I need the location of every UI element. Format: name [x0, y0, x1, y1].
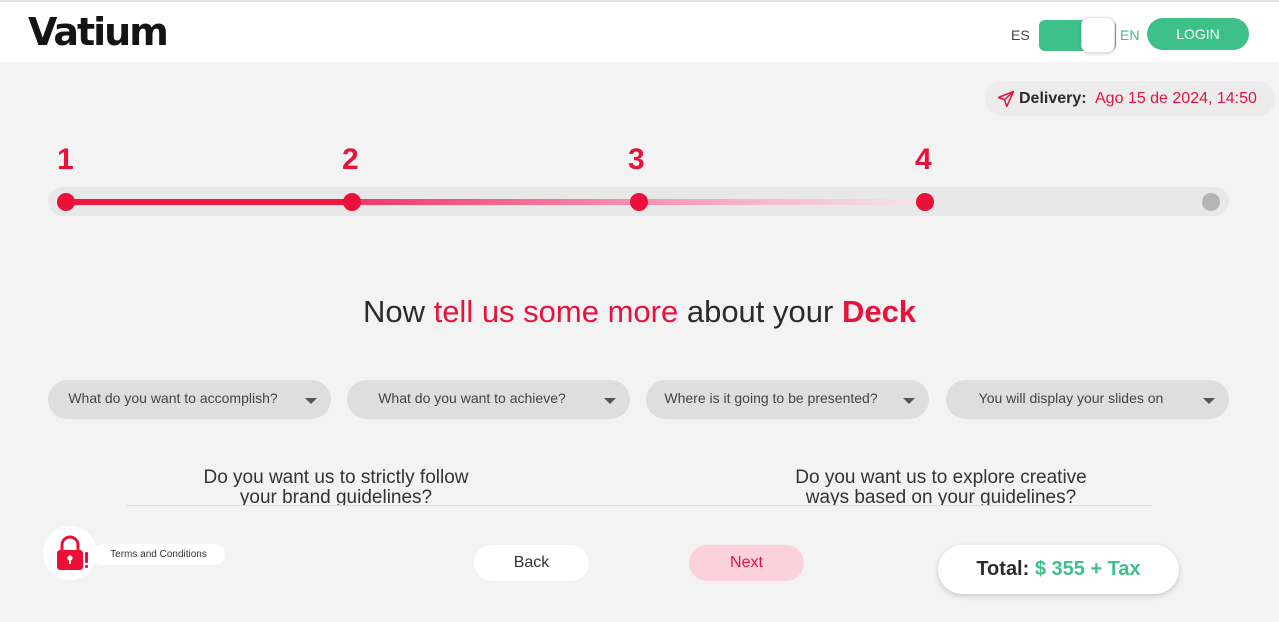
step-5-dot: [1202, 193, 1220, 211]
progress-fill-completed: [66, 199, 352, 205]
language-en-label[interactable]: EN: [1120, 27, 1139, 43]
accomplish-dropdown-label: What do you want to accomplish?: [68, 390, 278, 406]
language-es-label[interactable]: ES: [1011, 27, 1030, 43]
presented-dropdown-label: Where is it going to be presented?: [664, 390, 878, 406]
chevron-down-icon: [604, 398, 616, 404]
total-amount: $ 355 + Tax: [1034, 558, 1141, 580]
total-label: Total:: [976, 558, 1030, 580]
back-button[interactable]: Back: [474, 545, 589, 581]
next-button[interactable]: Next: [689, 545, 804, 581]
step-3-dot: [630, 193, 648, 211]
step-4-number: 4: [915, 143, 932, 176]
terms-and-conditions-link[interactable]: Terms and Conditions: [92, 544, 225, 565]
step-2-dot: [343, 193, 361, 211]
delivery-label: Delivery:: [1019, 90, 1087, 107]
accomplish-dropdown[interactable]: What do you want to accomplish?: [48, 380, 331, 419]
chevron-down-icon: [1203, 398, 1215, 404]
terms-lock-button[interactable]: [43, 526, 97, 580]
presented-dropdown[interactable]: Where is it going to be presented?: [646, 380, 929, 419]
lock-alert-icon: [57, 535, 88, 570]
display-dropdown-label: You will display your slides on: [978, 390, 1164, 406]
question-right-line-2: ways based on your guidelines?: [805, 487, 1077, 507]
paper-plane-icon: [997, 90, 1015, 108]
questions-divider: [126, 505, 1152, 506]
top-header: Vatium ES EN LOGIN: [0, 0, 1279, 62]
question-right-line-1: Do you want us to explore creative: [795, 468, 1087, 488]
step-4-dot: [916, 193, 934, 211]
total-price-badge: Total: $ 355 + Tax: [938, 545, 1179, 594]
heading-part-1: Now: [362, 294, 434, 329]
question-left-line-2: your brand guidelines?: [239, 487, 433, 507]
display-dropdown[interactable]: You will display your slides on: [946, 380, 1229, 419]
question-explore-creative: Do you want us to explore creative ways …: [731, 468, 1151, 506]
delivery-badge: Delivery: Ago 15 de 2024, 14:50: [985, 81, 1275, 116]
chevron-down-icon: [903, 398, 915, 404]
heading-part-2: tell us some more: [433, 294, 679, 329]
step-3-number: 3: [628, 143, 645, 176]
delivery-date: Ago 15 de 2024, 14:50: [1095, 90, 1257, 107]
question-left-line-1: Do you want us to strictly follow: [203, 468, 469, 488]
achieve-dropdown-label: What do you want to achieve?: [378, 390, 566, 406]
page-heading: Now tell us some more about your Deck: [0, 294, 1279, 330]
login-button[interactable]: LOGIN: [1147, 18, 1249, 50]
language-toggle-knob[interactable]: [1081, 17, 1115, 53]
step-2-number: 2: [342, 143, 359, 176]
achieve-dropdown[interactable]: What do you want to achieve?: [347, 380, 630, 419]
chevron-down-icon: [305, 398, 317, 404]
vatium-logo[interactable]: Vatium: [28, 10, 169, 54]
heading-part-3: about your: [678, 294, 842, 329]
heading-part-4: Deck: [841, 294, 917, 329]
step-1-dot: [57, 193, 75, 211]
question-brand-guidelines: Do you want us to strictly follow your b…: [126, 468, 546, 506]
step-1-number: 1: [57, 143, 74, 176]
